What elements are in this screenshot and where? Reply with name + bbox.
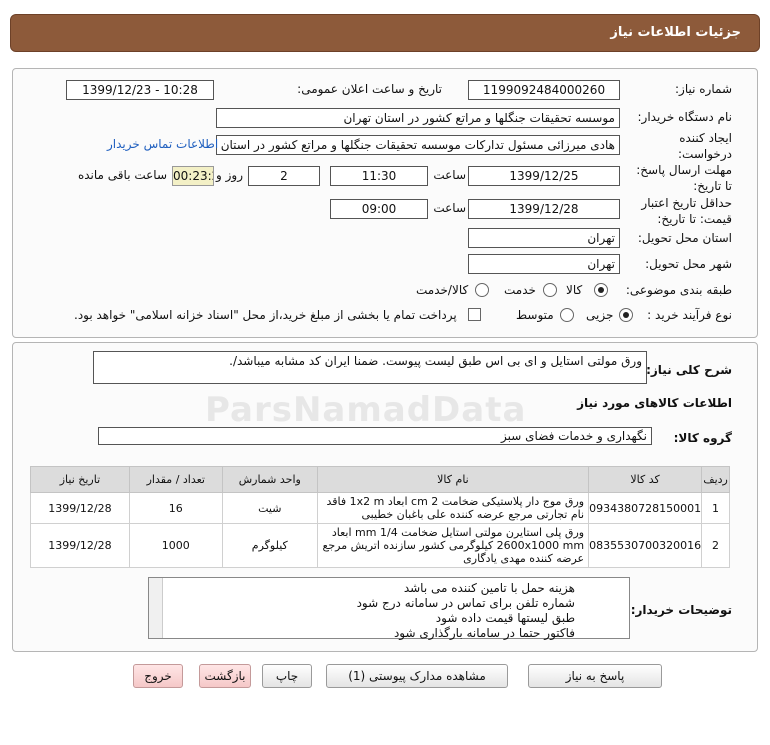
buyer-contact-link[interactable]: اطلاعات تماس خریدار — [107, 137, 218, 151]
city-label: شهر محل تحویل: — [645, 257, 732, 271]
category-radio-goods[interactable] — [594, 283, 608, 297]
buyer-notes-box[interactable]: هزینه حمل با تامین کننده می باشد شماره ت… — [148, 577, 630, 640]
row-index: 1 — [701, 492, 730, 524]
deadline-date-field: 1399/12/25 — [468, 166, 620, 186]
reply-button[interactable]: پاسخ به نیاز — [528, 664, 662, 688]
days-label: روز و — [216, 168, 243, 182]
province-label: استان محل تحویل: — [637, 231, 732, 245]
validity-date-field: 1399/12/28 — [468, 199, 620, 219]
process-radio-medium[interactable] — [560, 308, 574, 322]
creator-field: هادی میرزائی مسئول تدارکات موسسه تحقیقات… — [216, 135, 620, 155]
validity-time-field: 09:00 — [330, 199, 428, 219]
row-name: ورق موج دار پلاستیکی ضخامت 2 cm ابعاد 1x… — [316, 492, 590, 524]
row-code: 0934380728150001 — [588, 492, 703, 524]
announce-label: تاریخ و ساعت اعلان عمومی: — [297, 82, 442, 96]
row-date: 1399/12/28 — [30, 523, 130, 568]
deadline-time-label: ساعت — [433, 168, 466, 182]
treasury-checkbox[interactable] — [468, 308, 481, 321]
notes-scrollbar[interactable] — [149, 578, 163, 638]
col-index: ردیف — [701, 466, 730, 493]
row-name: ورق پلی استایرن مولتی استایل ضخامت 1/4 m… — [316, 523, 590, 568]
process-radio-minor[interactable] — [619, 308, 633, 322]
remaining-label: ساعت باقی مانده — [77, 168, 167, 182]
city-field: تهران — [468, 254, 620, 274]
need-number-field: 1199092484000260 — [468, 80, 620, 100]
goods-group-field: نگهداری و خدمات فضای سبز — [98, 427, 652, 445]
note-line: طبق لیستها قیمت داده شود — [435, 611, 575, 625]
validity-time-label: ساعت — [433, 201, 466, 215]
validity-label: حداقل تاریخ اعتبار قیمت: تا تاریخ: — [641, 196, 732, 226]
summary-label: شرح کلی نیاز: — [646, 363, 732, 377]
process-label: نوع فرآیند خرید : — [647, 308, 732, 322]
category-label: طبقه بندی موضوعی: — [625, 283, 732, 297]
category-radio-both[interactable] — [475, 283, 489, 297]
need-number-label: شماره نیاز: — [675, 82, 732, 96]
row-qty: 16 — [128, 492, 223, 524]
payment-note: پرداخت تمام یا بخشی از مبلغ خرید،از محل … — [74, 308, 457, 322]
goods-section-title: اطلاعات کالاهای مورد نیاز — [577, 396, 732, 410]
row-index: 2 — [701, 523, 730, 568]
page-title: جزئیات اطلاعات نیاز — [610, 25, 741, 40]
table-row: 2 0835530700320016 ورق پلی استایرن مولتی… — [30, 523, 730, 568]
category-option-goods: کالا — [566, 283, 583, 297]
note-line: هزینه حمل با تامین کننده می باشد — [403, 581, 575, 595]
buyer-notes-label: توضیحات خریدار: — [630, 603, 732, 617]
page-header: جزئیات اطلاعات نیاز — [10, 14, 760, 52]
summary-field: ورق مولتی استایل و ای بی اس طبق لیست پیو… — [93, 351, 647, 384]
buyer-org-field: موسسه تحقیقات جنگلها و مراتع کشور در است… — [216, 108, 620, 128]
col-code: کد کالا — [588, 466, 703, 493]
note-line: شماره تلفن برای تماس در سامانه درج شود — [356, 596, 575, 610]
row-date: 1399/12/28 — [30, 492, 130, 524]
attachments-button[interactable]: مشاهده مدارک پیوستی (1) — [326, 664, 508, 688]
print-button[interactable]: چاپ — [262, 664, 312, 688]
process-option-medium: متوسط — [516, 308, 554, 322]
row-unit: شیت — [221, 492, 318, 524]
category-option-service: خدمت — [504, 283, 536, 297]
category-option-both: کالا/خدمت — [416, 283, 469, 297]
col-name: نام کالا — [316, 466, 590, 493]
remaining-time-field: 00:23:21 — [172, 166, 214, 186]
back-button[interactable]: بازگشت — [199, 664, 251, 688]
table-row: 1 0934380728150001 ورق موج دار پلاستیکی … — [30, 492, 730, 524]
note-line: فاکتور حتما در سامانه بارگذاری شود — [393, 626, 575, 640]
col-date: تاریخ نیاز — [30, 466, 130, 493]
table-header-row: ردیف کد کالا نام کالا واحد شمارش تعداد /… — [30, 466, 730, 493]
goods-group-label: گروه کالا: — [673, 431, 732, 445]
row-unit: کیلوگرم — [221, 523, 318, 568]
days-field: 2 — [248, 166, 320, 186]
province-field: تهران — [468, 228, 620, 248]
col-unit: واحد شمارش — [221, 466, 318, 493]
creator-label: ایجاد کننده درخواست: — [678, 131, 732, 161]
row-code: 0835530700320016 — [588, 523, 703, 568]
buyer-org-label: نام دستگاه خریدار: — [637, 110, 733, 124]
category-radio-service[interactable] — [543, 283, 557, 297]
deadline-label: مهلت ارسال پاسخ: تا تاریخ: — [636, 163, 732, 193]
deadline-time-field: 11:30 — [330, 166, 428, 186]
announce-field: 1399/12/23 - 10:28 — [66, 80, 214, 100]
goods-table: ردیف کد کالا نام کالا واحد شمارش تعداد /… — [30, 466, 730, 568]
col-qty: تعداد / مقدار — [128, 466, 223, 493]
row-qty: 1000 — [128, 523, 223, 568]
process-option-minor: جزیی — [586, 308, 614, 322]
exit-button[interactable]: خروج — [133, 664, 183, 688]
